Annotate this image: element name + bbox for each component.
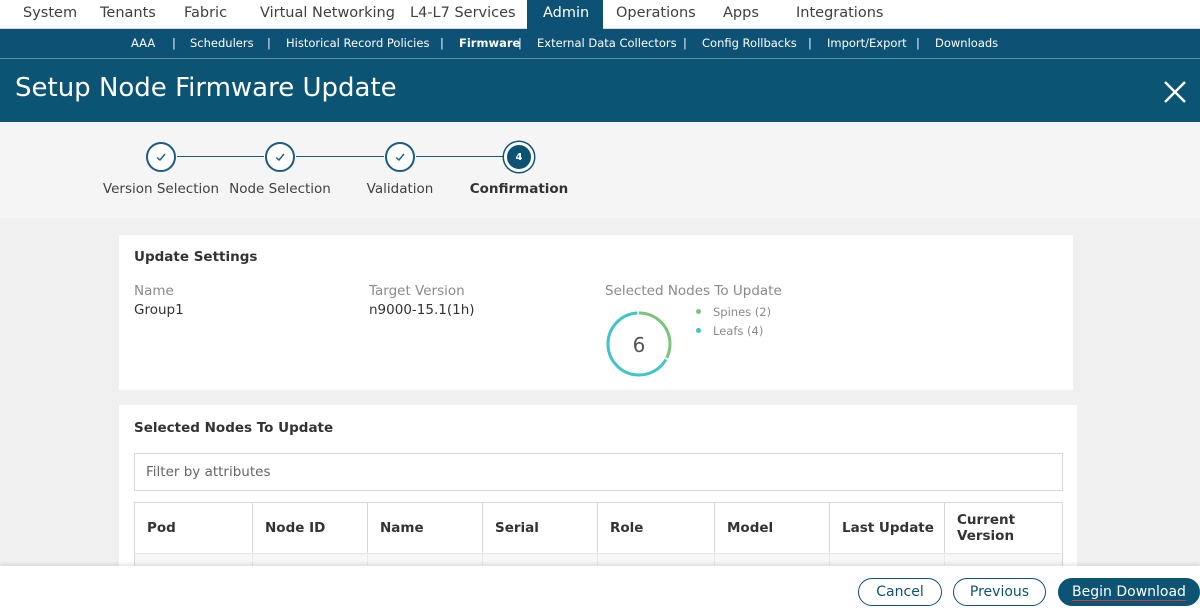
subnav-item-config-rollbacks[interactable]: Config Rollbacks [702,29,797,58]
close-icon[interactable] [1158,75,1192,109]
tab-l4-l7-services[interactable]: L4-L7 Services [410,0,516,29]
step-connector [177,156,264,157]
tab-virtual-networking[interactable]: Virtual Networking [260,0,395,29]
step-label-validation: Validation [366,181,434,197]
check-icon [156,153,166,161]
name-label: Name [134,283,174,299]
step-connector [296,156,384,157]
column-header-node-id[interactable]: Node ID [253,503,368,553]
step-label-confirmation: Confirmation [469,181,569,197]
update-settings-card: Update Settings Name Group1 Target Versi… [119,235,1073,390]
tab-label: Tenants [100,5,156,21]
column-header-current-version[interactable]: Current Version [945,503,1062,553]
tab-label: System [23,5,78,21]
tab-integrations[interactable]: Integrations [796,0,883,29]
step-connector [416,156,503,157]
target-version-value: n9000-15.1(1h) [369,302,475,318]
step-1-circle[interactable] [146,142,176,172]
step-label-node-selection: Node Selection [229,181,331,197]
legend-dot [696,328,701,333]
begin-download-button[interactable]: Begin Download [1058,578,1200,606]
legend-spines: Spines (2) [696,305,771,319]
tab-label: Operations [616,5,696,21]
column-header-last-update[interactable]: Last Update [830,503,945,553]
subnav-item-historical-record-policies[interactable]: Historical Record Policies [286,29,429,58]
tab-system[interactable]: System [23,0,77,29]
step-number: 4 [515,151,523,163]
main-content: Update Settings Name Group1 Target Versi… [0,218,1200,610]
column-header-name[interactable]: Name [368,503,483,553]
subnav-item-downloads[interactable]: Downloads [935,29,998,58]
subnav-item-aaa[interactable]: AAA [131,29,155,58]
subnav-separator: | [916,36,920,50]
subnav-separator: | [440,36,444,50]
legend-dot [696,309,701,314]
check-icon [275,153,285,161]
subnav-separator: | [518,36,522,50]
target-version-label: Target Version [369,283,465,299]
tab-label: Virtual Networking [260,5,395,21]
column-header-role[interactable]: Role [598,503,715,553]
donut-svg: 6 [606,311,672,377]
tab-fabric[interactable]: Fabric [184,0,227,29]
legend-label: Leafs (4) [713,324,764,338]
subnav-item-external-data-collectors[interactable]: External Data Collectors [537,29,677,58]
wizard-footer: Cancel Previous Begin Download [0,566,1200,610]
previous-button-label: Previous [969,584,1030,600]
subnav-separator: | [808,36,812,50]
step-4-circle: 4 [504,142,534,172]
top-nav: System Tenants Fabric Virtual Networking… [0,0,1200,29]
column-header-serial[interactable]: Serial [483,503,598,553]
tab-admin[interactable]: Admin [527,0,603,29]
tab-label: Integrations [796,5,884,21]
legend-label: Spines (2) [713,305,772,319]
tab-label: Admin [543,5,590,21]
step-3-circle[interactable] [385,142,415,172]
filter-input[interactable] [135,454,1062,490]
subnav-item-schedulers[interactable]: Schedulers [190,29,254,58]
tab-label: L4-L7 Services [410,5,516,21]
subnav-separator: | [683,36,687,50]
check-icon [395,153,405,161]
legend-leafs: Leafs (4) [696,324,763,338]
selected-nodes-title: Selected Nodes To Update [134,420,334,436]
selected-nodes-label: Selected Nodes To Update [605,283,782,299]
tab-label: Fabric [184,5,228,21]
tab-operations[interactable]: Operations [616,0,696,29]
tab-tenants[interactable]: Tenants [100,0,156,29]
filter-field[interactable] [134,453,1063,491]
tab-label: Apps [723,5,759,21]
subnav-separator: | [267,36,271,50]
update-settings-title: Update Settings [134,249,258,265]
name-value: Group1 [134,302,184,318]
column-header-model[interactable]: Model [715,503,830,553]
nodes-donut-chart: 6 [604,309,674,379]
begin-download-button-label: Begin Download [1072,583,1186,601]
cancel-button-label: Cancel [876,584,924,600]
wizard-stepper: 4 Version Selection Node Selection Valid… [0,122,1200,218]
cancel-button[interactable]: Cancel [858,578,942,606]
donut-total: 6 [633,333,646,357]
previous-button[interactable]: Previous [953,578,1046,606]
subnav-item-import-export[interactable]: Import/Export [827,29,907,58]
tab-apps[interactable]: Apps [723,0,759,29]
dialog-title: Setup Node Firmware Update [15,73,397,103]
subnav-item-firmware[interactable]: Firmware [459,29,520,58]
step-2-circle[interactable] [265,142,295,172]
subnav-separator: | [172,36,176,50]
dialog-header: Setup Node Firmware Update [0,58,1200,122]
sub-nav: AAA | Schedulers | Historical Record Pol… [0,29,1200,58]
column-header-pod[interactable]: Pod [135,503,253,553]
step-label-version-selection: Version Selection [102,181,220,197]
